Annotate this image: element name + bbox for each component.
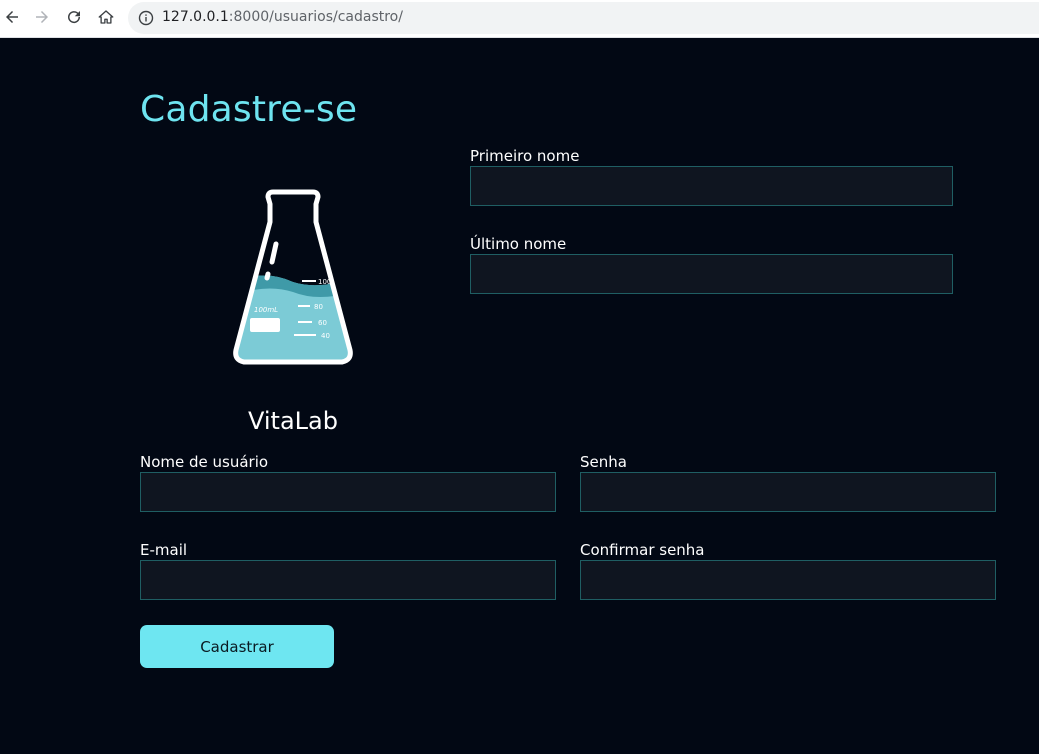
email-input[interactable]: [140, 560, 556, 600]
confirm-password-input[interactable]: [580, 560, 996, 600]
first-name-label: Primeiro nome: [470, 147, 580, 165]
confirm-password-field: Confirmar senha: [580, 540, 996, 600]
password-input[interactable]: [580, 472, 996, 512]
flask-mark-100: 100: [318, 278, 331, 286]
email-field: E-mail: [140, 540, 556, 600]
flask-mark-80: 80: [314, 303, 323, 311]
url-text: 127.0.0.1:8000/usuarios/cadastro/: [162, 9, 403, 25]
last-name-field: Último nome: [470, 234, 953, 294]
password-label: Senha: [580, 453, 627, 471]
home-icon[interactable]: [94, 5, 118, 29]
last-name-input[interactable]: [470, 254, 953, 294]
username-field: Nome de usuário: [140, 452, 556, 512]
address-bar[interactable]: 127.0.0.1:8000/usuarios/cadastro/: [128, 2, 1039, 34]
url-host: 127.0.0.1: [162, 9, 229, 25]
page-title: Cadastre-se: [140, 89, 358, 130]
flask-icon: 100mL 100 80 60 40: [233, 189, 353, 365]
info-icon[interactable]: [138, 10, 154, 26]
confirm-password-label: Confirmar senha: [580, 541, 705, 559]
flask-mark-60: 60: [318, 319, 327, 327]
password-field: Senha: [580, 452, 996, 512]
back-icon[interactable]: [0, 5, 24, 29]
email-label: E-mail: [140, 541, 188, 559]
brand-name: VitaLab: [248, 407, 338, 435]
page: Cadastre-se 100mL 100 80 60 40 VitaLab P…: [0, 39, 1039, 754]
first-name-field: Primeiro nome: [470, 146, 953, 206]
username-label: Nome de usuário: [140, 453, 269, 471]
browser-toolbar: 127.0.0.1:8000/usuarios/cadastro/: [0, 0, 1039, 38]
forward-icon[interactable]: [30, 5, 54, 29]
flask-mark-40: 40: [321, 332, 330, 340]
last-name-label: Último nome: [470, 235, 567, 253]
submit-button[interactable]: Cadastrar: [140, 625, 334, 668]
reload-icon[interactable]: [62, 5, 86, 29]
flask-volume-label: 100mL: [254, 306, 278, 314]
first-name-input[interactable]: [470, 166, 953, 206]
url-path: :8000/usuarios/cadastro/: [228, 9, 403, 25]
username-input[interactable]: [140, 472, 556, 512]
